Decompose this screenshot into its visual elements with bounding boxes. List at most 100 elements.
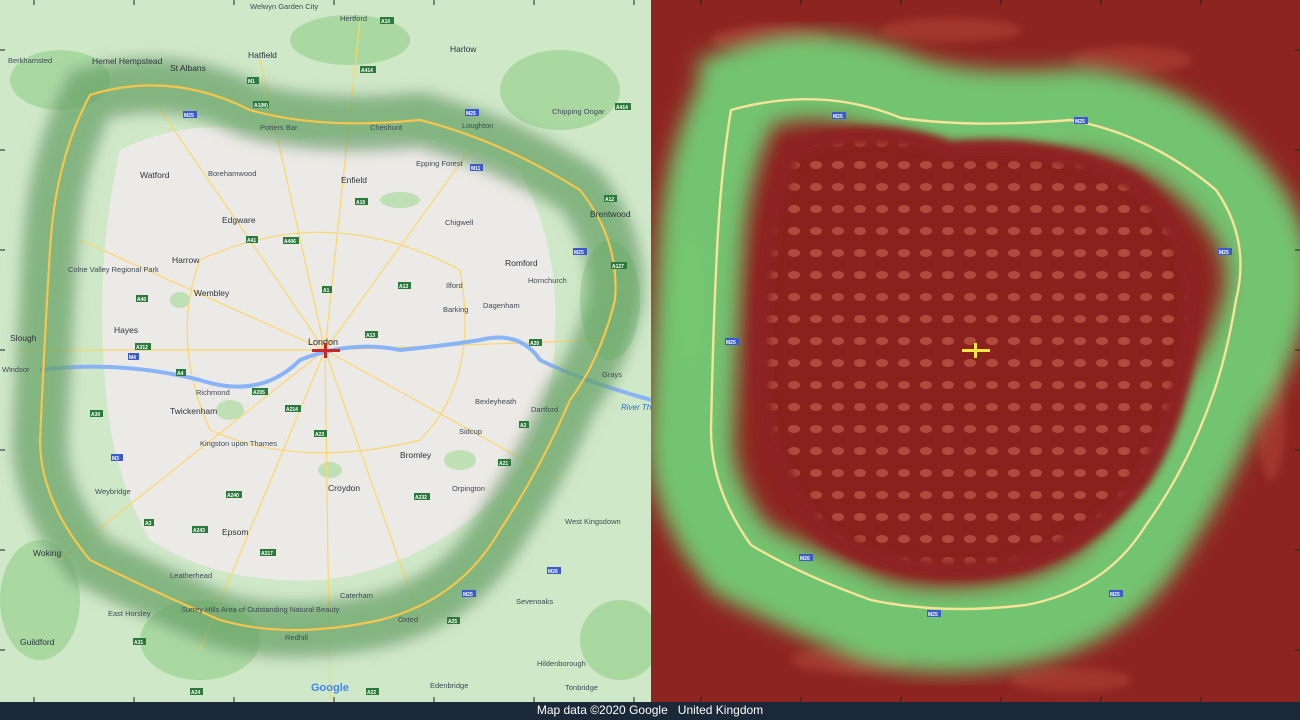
road-shield: A23 [314, 430, 327, 438]
place-label: Hayes [114, 325, 138, 335]
road-shield: A214 [285, 405, 301, 413]
road-shield: M25 [1109, 590, 1123, 598]
svg-text:M25: M25 [574, 250, 584, 256]
road-shield: A243 [192, 526, 208, 534]
place-label: Hatfield [248, 50, 277, 60]
place-label: Epsom [222, 527, 248, 537]
road-shield: A22 [366, 688, 379, 696]
svg-text:A21: A21 [499, 461, 508, 467]
svg-text:M25: M25 [1075, 119, 1085, 125]
svg-text:A13: A13 [366, 333, 375, 339]
svg-text:M4: M4 [129, 355, 136, 361]
svg-text:A2: A2 [520, 423, 527, 429]
road-shield: A1 [322, 286, 332, 294]
svg-text:M25: M25 [833, 114, 843, 120]
svg-text:A127: A127 [612, 264, 624, 270]
place-label: Barking [443, 305, 468, 314]
road-shield: M25 [462, 590, 476, 598]
svg-text:A214: A214 [286, 407, 298, 413]
place-label: Epping Forest [416, 159, 464, 168]
place-label: Richmond [196, 388, 230, 397]
road-shield: A10 [355, 198, 368, 206]
heatmap-panel[interactable]: M25 M25 M25 M25 M26 M25 M25 [651, 0, 1300, 702]
road-shield: A40 [136, 295, 148, 303]
place-label: East Horsley [108, 609, 151, 618]
road-shield: M26 [799, 554, 813, 562]
svg-text:A31: A31 [134, 640, 143, 646]
place-label: Slough [10, 333, 37, 343]
svg-text:M1: M1 [248, 79, 255, 85]
place-label: Sidcup [459, 427, 482, 436]
svg-text:A414: A414 [361, 68, 373, 74]
google-map-panel[interactable]: Welwyn Garden City Hertford Harlow Berkh… [0, 0, 651, 702]
place-label: Cheshunt [370, 123, 403, 132]
road-shield: A3 [144, 519, 154, 527]
svg-text:M26: M26 [800, 556, 810, 562]
road-shield: A240 [226, 491, 242, 499]
svg-text:A406: A406 [284, 239, 296, 245]
place-label: Sevenoaks [516, 597, 553, 606]
road-shield: A31 [133, 638, 146, 646]
svg-text:A30: A30 [91, 412, 100, 418]
place-label: Welwyn Garden City [250, 2, 318, 11]
road-shield: A30 [90, 410, 103, 418]
svg-text:A40: A40 [137, 297, 146, 303]
road-shield: A13 [398, 282, 411, 290]
svg-text:M25: M25 [928, 612, 938, 618]
road-shield: M26 [547, 567, 561, 575]
place-label: Chigwell [445, 218, 474, 227]
place-label: Surrey Hills Area of Outstanding Natural… [181, 605, 340, 614]
svg-text:A41: A41 [247, 238, 256, 244]
place-label: Guildford [20, 637, 55, 647]
place-label: Hildenborough [537, 659, 586, 668]
svg-text:A205: A205 [253, 390, 265, 396]
place-label: Windsor [2, 365, 30, 374]
road-shield: A312 [135, 343, 151, 351]
place-label: Dagenham [483, 301, 520, 310]
road-shield: A20 [529, 339, 542, 347]
svg-text:A3: A3 [145, 521, 152, 527]
svg-text:A22: A22 [367, 690, 376, 696]
road-shield: A13 [365, 331, 378, 339]
google-logo-text: Google [311, 682, 349, 694]
road-shield: A414 [615, 103, 631, 111]
road-shield: A21 [498, 459, 511, 467]
place-label: Kingston upon Thames [200, 439, 277, 448]
road-shield: A12 [604, 195, 617, 203]
road-shield: A24 [190, 688, 203, 696]
river-label: River Tha [621, 403, 651, 412]
place-label: West Kingsdown [565, 517, 621, 526]
road-shield: A25 [447, 617, 460, 625]
svg-text:A10: A10 [381, 19, 390, 25]
place-label: Edenbridge [430, 681, 468, 690]
svg-text:A312: A312 [136, 345, 148, 351]
place-label: Wembley [194, 288, 230, 298]
place-label: Dartford [531, 405, 558, 414]
road-shield: M25 [1218, 248, 1232, 256]
svg-text:A243: A243 [193, 528, 205, 534]
svg-text:M25: M25 [726, 340, 736, 346]
place-label: Berkhamsted [8, 56, 52, 65]
place-label: Colne Valley Regional Park [68, 265, 159, 274]
road-shield: A414 [360, 66, 376, 74]
svg-text:A414: A414 [616, 105, 628, 111]
place-label: Redhill [285, 633, 308, 642]
map-canvas: Welwyn Garden City Hertford Harlow Berkh… [0, 0, 651, 702]
road-shield: A205 [252, 388, 268, 396]
road-shield: A232 [414, 493, 430, 501]
place-label: Borehamwood [208, 169, 256, 178]
road-shield: M25 [832, 112, 846, 120]
svg-text:A25: A25 [448, 619, 457, 625]
svg-text:A13: A13 [399, 284, 408, 290]
place-label: Romford [505, 258, 538, 268]
svg-text:M25: M25 [463, 592, 473, 598]
place-label: Hertford [340, 14, 367, 23]
road-shield: A10 [380, 17, 394, 25]
road-shield: M25 [927, 610, 941, 618]
road-shield: A127 [611, 262, 627, 270]
road-shield: A2 [519, 421, 529, 429]
svg-text:A1(M): A1(M) [254, 103, 268, 109]
svg-text:M25: M25 [466, 111, 476, 117]
svg-text:M26: M26 [548, 569, 558, 575]
place-label: Harlow [450, 44, 477, 54]
